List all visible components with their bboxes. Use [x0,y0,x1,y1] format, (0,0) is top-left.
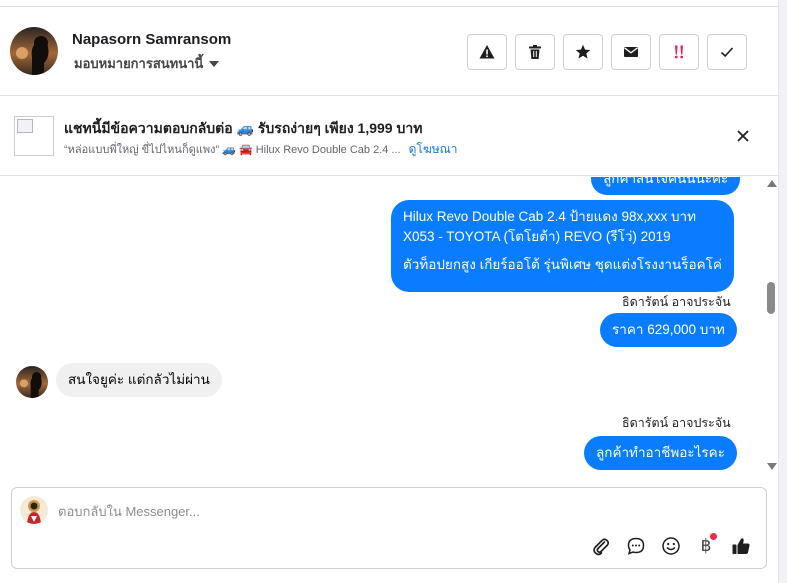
page-edge [778,0,787,583]
message-bubble-outgoing[interactable]: ลูกค้าทำอาชีพอะไรคะ [584,436,737,470]
ad-subtitle: “หล่อแบบพี่ใหญ่ ขี่ไปไหนก็ดูแพง” 🚙 🚘 Hil… [64,140,458,159]
message-bubble-outgoing[interactable]: ลูกค้าสนใจคันนี้นะคะ [591,177,741,195]
assign-conversation-dropdown[interactable]: มอบหมายการสนทนานี้ [74,53,220,74]
chat-scrollbar[interactable] [765,177,778,477]
saved-reply-button[interactable] [625,535,647,557]
scroll-down-arrow-icon[interactable] [767,463,777,470]
scrollbar-thumb[interactable] [767,282,775,314]
emoji-icon [662,537,680,555]
contact-name[interactable]: Napasorn Samransom [72,31,231,48]
sender-name: ธิดารัตน์ อาจประจัน [622,416,731,430]
reply-composer: ฿ [11,487,767,569]
trash-icon [529,45,541,59]
sender-name: ธิดารัตน์ อาจประจัน [622,295,731,309]
message-bubble-outgoing[interactable]: ราคา 629,000 บาท [600,313,737,347]
reply-input[interactable] [58,501,658,521]
baht-payment-icon: ฿ [700,536,712,556]
payment-button[interactable]: ฿ [695,533,717,557]
ad-context-banner: แชทนี้มีข้อความตอบกลับต่อ 🚙 รับรถง่ายๆ เ… [0,96,778,176]
conversation-header: Napasorn Samransom มอบหมายการสนทนานี้ [0,6,778,96]
page-avatar [20,496,48,524]
ad-title: แชทนี้มีข้อความตอบกลับต่อ 🚙 รับรถง่ายๆ เ… [64,120,423,136]
thumbs-up-icon [732,538,750,554]
emoji-button[interactable] [660,535,682,557]
double-exclamation-icon [674,45,684,59]
ad-subtitle-text: “หล่อแบบพี่ใหญ่ ขี่ไปไหนก็ดูแพง” 🚙 🚘 Hil… [64,144,401,156]
view-ad-link[interactable]: ดูโฆษณา [409,142,458,156]
attach-button[interactable] [590,535,612,557]
message-bubble-incoming[interactable]: สนใจยูค่ะ แต่กลัวไม่ผ่าน [56,363,222,397]
contact-avatar[interactable] [10,27,58,75]
star-button[interactable] [563,34,603,70]
message-line: Hilux Revo Double Cab 2.4 ป้ายแดง 98x,xx… [403,209,697,224]
delete-button[interactable] [515,34,555,70]
scroll-up-arrow-icon[interactable] [767,180,777,187]
message-bubble-outgoing[interactable]: Hilux Revo Double Cab 2.4 ป้ายแดง 98x,xx… [391,200,734,292]
message-line: ตัวท็อปยกสูง เกียร์ออโต้ รุ่นพิเศษ ชุดแต… [403,257,722,272]
follow-up-button[interactable] [659,34,699,70]
contact-avatar-small[interactable] [16,366,48,398]
notification-dot [710,533,717,540]
ad-thumbnail[interactable] [14,116,54,156]
spam-button[interactable] [467,34,507,70]
saved-reply-icon [627,537,645,555]
messenger-conversation: Napasorn Samransom มอบหมายการสนทนานี้ แช… [0,0,787,583]
conversation-actions [467,34,747,70]
like-button[interactable] [730,535,752,557]
close-icon [737,130,749,142]
message-thread[interactable]: ลูกค้าสนใจคันนี้นะคะ Hilux Revo Double C… [0,177,765,477]
warning-icon [479,45,495,59]
check-icon [720,47,734,58]
mark-unread-button[interactable] [611,34,651,70]
envelope-icon [624,47,638,57]
chevron-down-icon [209,61,220,67]
close-banner-button[interactable] [734,127,752,145]
assign-label: มอบหมายการสนทนานี้ [74,56,204,71]
star-icon [575,44,591,59]
attachment-icon [593,538,610,556]
message-line: X053 - TOYOTA (โตโยต้า) REVO (รีโว่) 201… [403,229,671,244]
done-button[interactable] [707,34,747,70]
composer-tools: ฿ [590,533,752,557]
